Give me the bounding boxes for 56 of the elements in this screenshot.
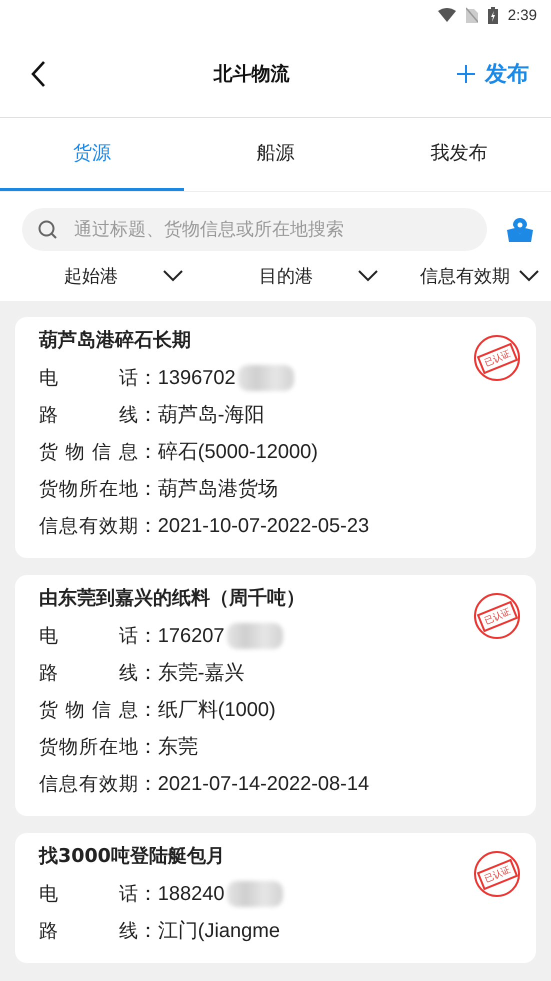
status-time: 2:39 xyxy=(508,6,537,24)
cargo-card[interactable]: 由东莞到嘉兴的纸料（周千吨） 已认证 电话：176207 路线：东莞-嘉兴 货物信息：纸厂料(1000) 货物所在地：东莞 信息有效期：2021-07-14-2022-08-14 xyxy=(15,575,536,816)
chevron-down-icon xyxy=(519,270,539,282)
no-sim-icon xyxy=(466,7,478,23)
verified-stamp: 已认证 xyxy=(474,593,520,639)
field-value: ：碎石(5000-12000) xyxy=(138,440,318,465)
card-title: 葫芦岛港碎石长期 xyxy=(39,328,192,353)
field-value: ：1396702 xyxy=(138,366,236,391)
field-label: 货物所在地 xyxy=(39,476,138,502)
field-label: 电话 xyxy=(39,366,138,390)
wifi-icon xyxy=(438,8,456,22)
field-label: 路线 xyxy=(39,918,138,944)
verified-stamp: 已认证 xyxy=(474,335,520,381)
field-value: ：2021-07-14-2022-08-14 xyxy=(138,772,370,797)
search-bar[interactable]: 通过标题、货物信息或所在地搜索 xyxy=(22,208,487,251)
field-value: ：葫芦岛-海阳 xyxy=(138,403,264,428)
field-label: 电话 xyxy=(39,882,138,906)
field-value: ：188240 xyxy=(138,882,225,907)
field-value: ：176207 xyxy=(138,624,225,649)
cargo-card[interactable]: 葫芦岛港碎石长期 已认证 电话：1396702 路线：葫芦岛-海阳 货物信息：碎石(5000-12000) 货物所在地：葫芦岛港货场 信息有效期：2021-10-07-2022-05-23 xyxy=(15,317,536,558)
back-icon[interactable] xyxy=(30,60,46,88)
field-label: 货物所在地 xyxy=(39,734,138,760)
field-label: 电话 xyxy=(39,624,138,648)
field-label: 货物信息 xyxy=(39,440,138,464)
field-label: 信息有效期 xyxy=(39,772,138,796)
field-value: ：葫芦岛港货场 xyxy=(138,477,278,502)
blur-mask xyxy=(226,622,283,648)
filter-dropdown[interactable]: 信息有效期 xyxy=(402,264,551,288)
battery-icon xyxy=(488,6,498,24)
field-label: 路线 xyxy=(39,402,138,428)
page-title: 北斗物流 xyxy=(214,62,290,86)
field-value: ：2021-10-07-2022-05-23 xyxy=(138,514,370,539)
filter-dropdown[interactable]: 起始港 xyxy=(0,264,207,288)
search-icon xyxy=(38,220,58,240)
blur-mask xyxy=(238,364,294,390)
chevron-down-icon xyxy=(358,270,378,282)
publish-button[interactable]: 发布 xyxy=(457,58,529,88)
cargo-card[interactable]: 找3000吨登陆艇包月 已认证 电话：188240 路线：江门(Jiangme xyxy=(15,833,536,963)
field-label: 路线 xyxy=(39,660,138,686)
search-field[interactable]: 通过标题、货物信息或所在地搜索 xyxy=(72,218,471,241)
card-title: 由东莞到嘉兴的纸料（周千吨） xyxy=(39,586,306,611)
field-value: ：东莞 xyxy=(138,735,198,760)
plus-icon xyxy=(457,64,475,82)
field-value: ：纸厂料(1000) xyxy=(138,698,276,723)
tab[interactable]: 货源 xyxy=(0,118,184,191)
field-value: ：江门(Jiangme xyxy=(138,919,280,944)
card-title: 找3000吨登陆艇包月 xyxy=(39,844,226,869)
filter-dropdown[interactable]: 目的港 xyxy=(207,264,402,288)
blur-mask xyxy=(226,880,283,906)
verified-stamp: 已认证 xyxy=(474,851,520,897)
field-label: 货物信息 xyxy=(39,698,138,722)
field-label: 信息有效期 xyxy=(39,514,138,538)
chevron-down-icon xyxy=(163,270,183,282)
tab[interactable]: 我发布 xyxy=(367,118,551,191)
tab[interactable]: 船源 xyxy=(184,118,368,191)
field-value: ：东莞-嘉兴 xyxy=(138,661,244,686)
